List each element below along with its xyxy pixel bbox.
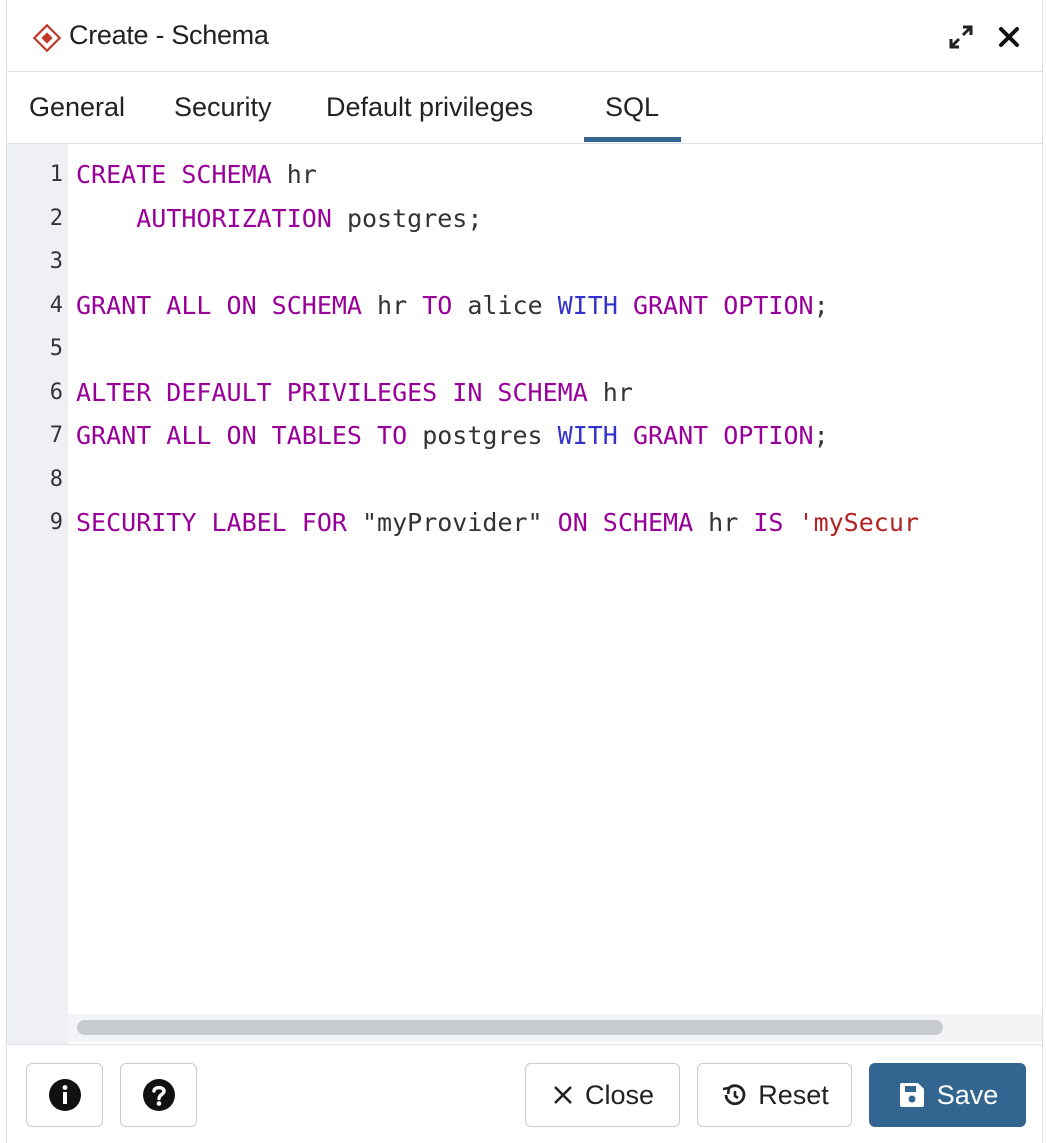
code-token: hr (271, 160, 317, 189)
create-schema-dialog: Create - Schema General Security Default… (6, 0, 1043, 1143)
save-button-label: Save (936, 1079, 999, 1110)
help-button[interactable] (120, 1063, 197, 1127)
line-number: 5 (49, 336, 63, 361)
code-keyword: CREATE SCHEMA (76, 160, 272, 189)
help-question-icon (142, 1078, 176, 1112)
code-line: 5 (7, 327, 1042, 371)
code-keyword: WITH (557, 421, 618, 450)
code-keyword: GRANT ALL ON SCHEMA (76, 290, 362, 320)
dialog-titlebar: Create - Schema (7, 0, 1042, 72)
code-keyword: SECURITY LABEL FOR (76, 508, 347, 537)
tab-general[interactable]: General (29, 72, 125, 143)
line-number: 6 (49, 379, 63, 405)
code-line: 2 AUTHORIZATION postgres; (7, 197, 1042, 241)
code-keyword: ON SCHEMA (557, 508, 694, 537)
code-text: SECURITY LABEL FOR "myProvider" ON SCHEM… (76, 501, 919, 545)
code-line: 7 GRANT ALL ON TABLES TO postgres WITH GR… (7, 414, 1042, 458)
line-number: 4 (49, 292, 63, 318)
tab-default-privileges[interactable]: Default privileges (326, 72, 533, 143)
line-number: 9 (49, 510, 63, 535)
close-button-label: Close (584, 1079, 655, 1110)
code-line: 4 GRANT ALL ON SCHEMA hr TO alice WITH GR… (7, 284, 1042, 328)
floppy-disk-icon (897, 1080, 927, 1110)
close-x-icon[interactable] (994, 22, 1024, 52)
dialog-footer: Close Reset Save (7, 1044, 1042, 1143)
reset-button-label: Reset (758, 1079, 829, 1110)
line-number: 2 (49, 205, 63, 231)
code-keyword: GRANT ALL ON TABLES TO (76, 421, 408, 450)
info-circle-icon (48, 1078, 82, 1112)
code-token: postgres; (331, 203, 483, 233)
line-number: 8 (49, 466, 63, 492)
close-button[interactable]: Close (525, 1063, 680, 1127)
code-keyword: ALTER DEFAULT PRIVILEGES IN SCHEMA (76, 377, 588, 407)
code-token: hr (693, 508, 754, 537)
code-keyword: TO (422, 290, 453, 320)
code-text: CREATE SCHEMA hr (76, 153, 317, 197)
line-number: 3 (49, 249, 63, 274)
code-keyword: WITH (557, 290, 618, 320)
code-line: 9 SECURITY LABEL FOR "myProvider" ON SCHE… (7, 501, 1042, 545)
code-keyword: IS (753, 508, 784, 537)
expand-arrows-icon[interactable] (946, 22, 976, 52)
code-line: 6 ALTER DEFAULT PRIVILEGES IN SCHEMA hr (7, 371, 1042, 415)
save-button[interactable]: Save (869, 1063, 1026, 1127)
reset-button[interactable]: Reset (697, 1063, 852, 1127)
code-token: hr (587, 377, 633, 407)
tab-bar: General Security Default privileges SQL (7, 72, 1042, 144)
code-text: ALTER DEFAULT PRIVILEGES IN SCHEMA hr (76, 371, 633, 415)
code-text: GRANT ALL ON TABLES TO postgres WITH GRA… (76, 414, 829, 458)
x-icon (551, 1083, 575, 1107)
code-token: hr (361, 290, 423, 320)
code-token: "myProvider" (346, 508, 558, 537)
code-keyword: AUTHORIZATION (136, 203, 332, 233)
code-keyword: GRANT OPTION (632, 421, 814, 450)
tab-security[interactable]: Security (174, 72, 272, 143)
info-button[interactable] (26, 1063, 103, 1127)
code-token: alice (452, 290, 558, 320)
line-number: 7 (49, 423, 63, 448)
dialog-title: Create - Schema (69, 20, 269, 50)
sql-editor[interactable]: 1 CREATE SCHEMA hr 2 AUTHORIZATION postgre… (7, 144, 1042, 1044)
code-line: 1 CREATE SCHEMA hr (7, 153, 1042, 197)
code-line: 8 (7, 458, 1042, 502)
code-token: postgres (407, 421, 558, 450)
code-token: ; (813, 290, 829, 320)
schema-diamond-icon (32, 23, 62, 53)
reset-history-icon (720, 1081, 748, 1109)
code-text: AUTHORIZATION postgres; (76, 197, 482, 241)
horizontal-scrollbar-thumb[interactable] (77, 1020, 943, 1035)
tab-sql[interactable]: SQL (605, 72, 659, 143)
active-tab-indicator (584, 137, 681, 142)
code-token: ; (813, 421, 829, 450)
code-line: 3 (7, 240, 1042, 284)
code-keyword: GRANT OPTION (632, 290, 814, 320)
code-string: 'mySecur (798, 508, 919, 537)
code-text: GRANT ALL ON SCHEMA hr TO alice WITH GRA… (76, 284, 829, 328)
line-number: 1 (49, 162, 63, 187)
